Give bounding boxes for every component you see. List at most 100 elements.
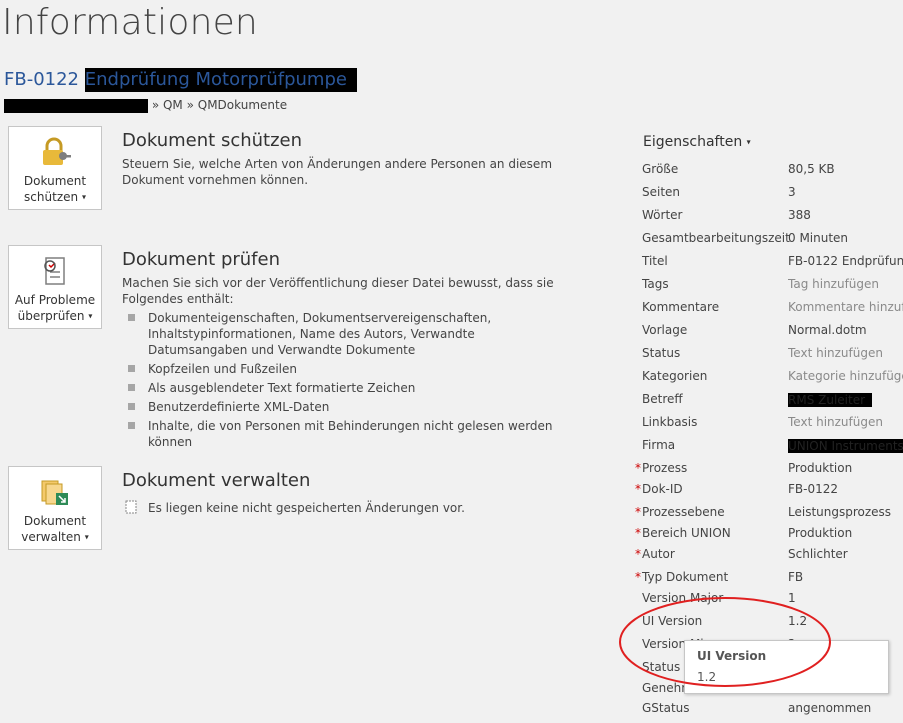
- inspect-item: Benutzerdefinierte XML-Daten: [122, 399, 562, 415]
- tooltip: UI Version 1.2: [684, 640, 889, 694]
- property-key: * Typ Dokument: [635, 570, 729, 584]
- property-value: Schlichter: [788, 547, 848, 561]
- property-row: * Autor Schlichter: [635, 547, 903, 569]
- property-key: Betreff: [642, 392, 683, 406]
- manage-documents-icon: [41, 480, 68, 505]
- property-key: Größe: [642, 162, 678, 176]
- document-icon: [125, 500, 137, 514]
- property-value: 80,5 KB: [788, 162, 835, 176]
- property-key-label: Typ Dokument: [642, 570, 729, 584]
- property-key-label: Status: [642, 346, 681, 360]
- property-key: Linkbasis: [642, 415, 697, 429]
- property-key: Firma: [642, 438, 675, 452]
- property-value: FB: [788, 570, 804, 584]
- protect-description: Steuern Sie, welche Arten von Änderungen…: [122, 157, 553, 187]
- property-row: Kategorien Kategorie hinzufügen: [636, 369, 903, 391]
- inspect-description: Machen Sie sich vor der Veröffentlichung…: [122, 276, 554, 306]
- property-key: Kommentare: [642, 300, 719, 314]
- dropdown-caret-icon: ▾: [88, 311, 93, 321]
- required-marker: *: [635, 461, 641, 475]
- required-marker: *: [635, 482, 641, 496]
- property-row: Wörter 388: [636, 208, 903, 230]
- page-title: Informationen: [2, 2, 258, 43]
- property-key-label: Autor: [642, 547, 675, 561]
- property-key-label: Größe: [642, 162, 679, 176]
- property-row: * Prozess Produktion: [635, 461, 903, 483]
- property-key: Vorlage: [642, 323, 687, 337]
- properties-header[interactable]: Eigenschaften ▾: [643, 134, 751, 150]
- tooltip-title: UI Version: [697, 649, 767, 663]
- property-row: * Prozessebene Leistungsprozess: [635, 505, 903, 527]
- property-value[interactable]: Kommentare hinzufüg: [788, 300, 903, 314]
- inspect-item: Dokumenteigenschaften, Dokumentservereig…: [122, 310, 562, 358]
- property-key-label: Bereich UNION: [642, 526, 731, 540]
- property-row: * Dok-ID FB-0122: [635, 482, 903, 504]
- property-key: * Bereich UNION: [635, 526, 731, 540]
- property-value[interactable]: Tag hinzufügen: [788, 277, 903, 291]
- property-key-label: Titel: [642, 254, 668, 268]
- breadcrumb: » QM » QMDokumente: [4, 98, 287, 113]
- property-value: 3: [788, 185, 796, 199]
- property-key: * Autor: [635, 547, 675, 561]
- document-title: FB-0122 Endprüfung Motorprüfpumpe: [4, 68, 357, 92]
- property-row: Titel FB-0122 Endprüfung M: [636, 254, 903, 276]
- property-key: GStatus: [642, 701, 690, 715]
- property-key: UI Version: [642, 614, 702, 628]
- property-key: Tags: [642, 277, 669, 291]
- required-marker: *: [635, 547, 641, 561]
- property-value: angenommen: [788, 701, 872, 715]
- inspect-item: Als ausgeblendeter Text formatierte Zeic…: [122, 380, 562, 396]
- property-row: Betreff RMS Zuleiter: [636, 392, 903, 414]
- property-row: Vorlage Normal.dotm: [636, 323, 903, 345]
- property-key-label: Prozessebene: [642, 505, 725, 519]
- property-key-label: Dok-ID: [642, 482, 683, 496]
- redacted-value: RMS Zuleiter: [788, 392, 872, 407]
- property-value[interactable]: Kategorie hinzufügen: [788, 369, 903, 383]
- manage-button-label-2: verwalten: [21, 530, 81, 544]
- property-row: GStatus angenommen: [636, 701, 903, 723]
- property-value: RMS Zuleiter: [788, 392, 903, 407]
- protect-document-button[interactable]: Dokument schützen ▾: [8, 126, 102, 210]
- inspect-title: Dokument prüfen: [122, 249, 281, 270]
- property-value[interactable]: Text hinzufügen: [788, 415, 903, 429]
- property-key-label: UI Version: [642, 614, 703, 628]
- property-row: UI Version 1.2: [636, 614, 903, 636]
- property-value: 1.2: [788, 614, 808, 628]
- property-key-label: Betreff: [642, 392, 683, 406]
- dropdown-caret-icon: ▾: [81, 192, 86, 202]
- property-key: Wörter: [642, 208, 682, 222]
- property-key-label: Firma: [642, 438, 676, 452]
- property-key: * Prozessebene: [635, 505, 725, 519]
- property-key-label: Kommentare: [642, 300, 720, 314]
- manage-title: Dokument verwalten: [122, 470, 311, 491]
- protect-button-label-1: Dokument: [23, 174, 87, 188]
- property-row: Tags Tag hinzufügen: [636, 277, 903, 299]
- property-value[interactable]: Text hinzufügen: [788, 346, 903, 360]
- tooltip-value: 1.2: [697, 670, 717, 684]
- property-key: Kategorien: [642, 369, 707, 383]
- manage-document-button[interactable]: Dokument verwalten ▾: [8, 466, 102, 550]
- property-key-label: Status: [642, 660, 681, 674]
- property-key: Status: [642, 346, 680, 360]
- property-row: * Bereich UNION Produktion: [635, 526, 903, 548]
- checklist-icon: [44, 257, 65, 285]
- redacted-title: Endprüfung Motorprüfpumpe: [84, 68, 357, 92]
- lock-key-icon: [43, 137, 71, 165]
- property-value: Normal.dotm: [788, 323, 867, 337]
- property-key-label: GStatus: [642, 701, 690, 715]
- property-key: Seiten: [642, 185, 680, 199]
- inspect-item: Kopfzeilen und Fußzeilen: [122, 361, 562, 377]
- manage-description: Es liegen keine nicht gespeicherten Ände…: [148, 501, 465, 515]
- breadcrumb-path[interactable]: » QM » QMDokumente: [152, 98, 287, 112]
- property-key-label: Gesamtbearbeitungszeit: [642, 231, 790, 245]
- check-issues-button[interactable]: Auf Probleme überprüfen ▾: [8, 245, 102, 329]
- property-key-label: Vorlage: [642, 323, 688, 337]
- property-key-label: Wörter: [642, 208, 683, 222]
- property-key: Version Major: [642, 591, 723, 605]
- property-key: * Prozess: [635, 461, 687, 475]
- required-marker: *: [635, 570, 641, 584]
- property-key: Status: [642, 660, 680, 674]
- inspect-items: Dokumenteigenschaften, Dokumentservereig…: [122, 310, 562, 453]
- property-key: Titel: [642, 254, 668, 268]
- property-row: Firma UNION Instruments G: [636, 438, 903, 460]
